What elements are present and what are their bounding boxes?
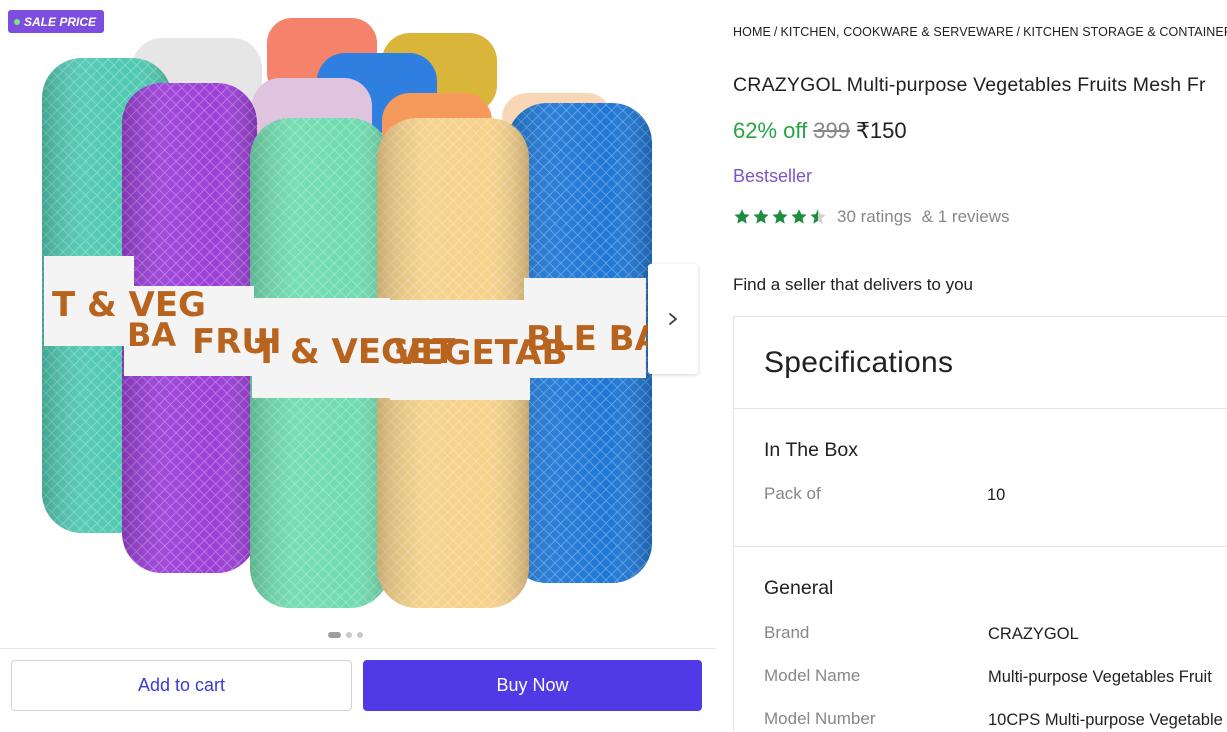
- specifications-header: Specifications: [734, 317, 1227, 409]
- product-title: CRAZYGOL Multi-purpose Vegetables Fruits…: [733, 74, 1206, 96]
- discount-percent: 62% off: [733, 118, 808, 143]
- breadcrumb-separator: /: [773, 25, 778, 39]
- specifications-title: Specifications: [764, 345, 954, 379]
- spec-value: CRAZYGOL: [988, 625, 1079, 643]
- spec-value: 10CPS Multi-purpose Vegetable: [988, 711, 1223, 729]
- spec-key: Pack of: [764, 484, 821, 503]
- specifications-card: Specifications In The Box Pack of 10 Gen…: [733, 316, 1227, 732]
- star-icon: [810, 209, 826, 224]
- breadcrumb-separator: /: [1016, 25, 1021, 39]
- product-details: HOME / KITCHEN, COOKWARE & SERVEWARE / KITCH…: [733, 0, 1227, 732]
- star-rating: [733, 208, 827, 226]
- star-icon: [753, 209, 769, 224]
- carousel-dot[interactable]: [346, 632, 352, 638]
- sale-badge-label: SALE PRICE: [24, 14, 97, 29]
- carousel-dot[interactable]: [328, 632, 341, 638]
- star-icon: [772, 209, 788, 224]
- sale-price-badge: SALE PRICE: [8, 10, 105, 33]
- find-seller-prompt[interactable]: Find a seller that delivers to you: [733, 275, 973, 295]
- breadcrumb-home[interactable]: HOME: [733, 25, 771, 39]
- section-title: In The Box: [764, 439, 858, 461]
- spec-section-in-the-box: In The Box Pack of 10: [734, 409, 1227, 547]
- breadcrumb-kitchen[interactable]: KITCHEN, COOKWARE & SERVEWARE: [780, 25, 1013, 39]
- spec-value: 10: [987, 486, 1006, 504]
- price-row: 62% off 399 ₹150: [733, 118, 907, 144]
- band-text-2: BA: [127, 316, 176, 354]
- original-price: 399: [813, 118, 850, 143]
- section-title: General: [764, 577, 834, 599]
- spec-section-general: General Brand CRAZYGOL Model Name Multi-…: [734, 547, 1227, 732]
- star-icon: [734, 209, 750, 224]
- star-icon: [791, 209, 807, 224]
- buy-now-button[interactable]: Buy Now: [363, 660, 702, 711]
- spec-key: Model Name: [764, 666, 861, 685]
- band-text-6: BLE BA: [526, 319, 662, 359]
- spec-value: Multi-purpose Vegetables Fruit: [988, 668, 1212, 686]
- action-bar: Add to cart Buy Now: [0, 648, 716, 722]
- product-image[interactable]: T & VEG BA FRUI T & VEGET VEGETAB BLE BA: [12, 8, 668, 623]
- ratings-count: 30 ratings: [837, 207, 912, 226]
- breadcrumb: HOME / KITCHEN, COOKWARE & SERVEWARE / KITCH…: [733, 25, 1227, 39]
- product-gallery: SALE PRICE T & VEG BA FRUI T & VEGET VEG…: [0, 0, 716, 648]
- next-image-button[interactable]: [648, 264, 698, 374]
- breadcrumb-storage[interactable]: KITCHEN STORAGE & CONTAINERS: [1023, 25, 1227, 39]
- sale-dot-icon: [14, 18, 20, 25]
- add-to-cart-button[interactable]: Add to cart: [11, 660, 352, 711]
- chevron-right-icon: [669, 313, 677, 325]
- carousel-dots: [328, 632, 363, 638]
- rating-row[interactable]: 30 ratings & 1 reviews: [733, 207, 1010, 227]
- bestseller-badge: Bestseller: [733, 166, 813, 186]
- selling-price: ₹150: [855, 118, 907, 143]
- product-image-graphic: T & VEG BA FRUI T & VEGET VEGETAB BLE BA: [12, 8, 668, 623]
- carousel-dot[interactable]: [357, 632, 363, 638]
- reviews-count: & 1 reviews: [921, 207, 1010, 226]
- spec-key: Model Number: [764, 709, 876, 728]
- spec-key: Brand: [764, 623, 810, 642]
